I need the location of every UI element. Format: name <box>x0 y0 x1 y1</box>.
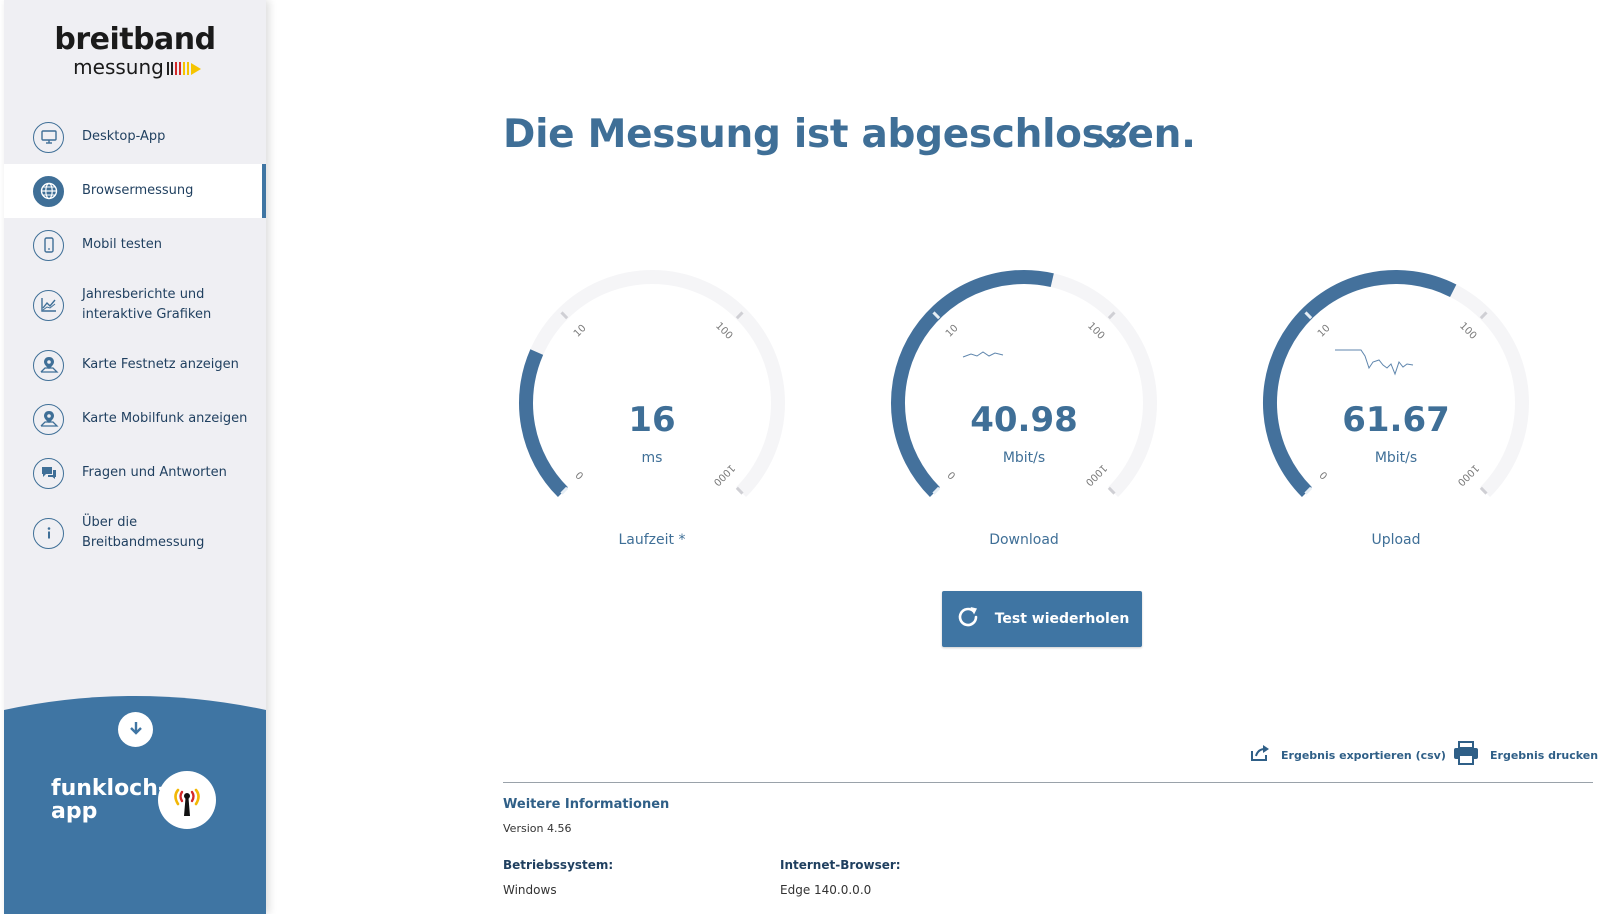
os-value: Windows <box>503 883 557 897</box>
chat-icon <box>33 457 64 489</box>
gauge-unit: ms <box>641 450 663 466</box>
checkmark-icon <box>1097 120 1131 156</box>
sidebar-item-desktop-app[interactable]: Desktop-App <box>4 110 266 164</box>
sidebar-item-label: Mobil testen <box>82 237 162 252</box>
browser-label: Internet-Browser: <box>780 858 901 872</box>
gauge-label: Laufzeit * <box>618 532 686 548</box>
funkloch-promo[interactable]: funkloch- app <box>4 660 266 914</box>
sidebar-item-label: Browsermessung <box>82 183 194 198</box>
app-root: breitband messung Desktop-App Browsermes… <box>0 0 1619 914</box>
sidebar-item-karte-mobilfunk[interactable]: Karte Mobilfunk anzeigen <box>4 392 266 446</box>
os-label: Betriebssystem: <box>503 858 614 872</box>
tick-label-100: 100 <box>713 321 734 342</box>
page-title: Die Messung ist abgeschlossen. <box>503 112 1196 157</box>
sidebar-item-label: Desktop-App <box>82 129 166 144</box>
sidebar: breitband messung Desktop-App Browsermes… <box>4 0 266 914</box>
gauge-value: 40.98 <box>970 400 1078 440</box>
download-sparkline <box>962 351 1004 358</box>
funkloch-antenna-icon <box>158 771 216 829</box>
sidebar-nav: Desktop-App Browsermessung Mobil testen … <box>4 110 266 566</box>
sidebar-item-label: Karte Festnetz anzeigen <box>82 357 239 372</box>
gauge-upload: 0 10 100 1000 61.67 Mbit/s Upload <box>1251 270 1541 560</box>
gauge-unit: Mbit/s <box>1374 450 1418 466</box>
logo-wordmark-top: breitband <box>54 22 216 57</box>
test-wiederholen-label: Test wiederholen <box>994 611 1130 627</box>
section-divider <box>503 782 1593 783</box>
sidebar-item-jahresberichte[interactable]: Jahresberichte und interaktive Grafiken <box>4 272 266 338</box>
print-result-label: Ergebnis drucken <box>1490 748 1599 762</box>
gauge-label: Upload <box>1371 532 1421 548</box>
test-wiederholen-button[interactable]: Test wiederholen <box>942 591 1142 647</box>
logo-wordmark-bottom: messung <box>8 56 266 78</box>
info-icon <box>33 517 64 549</box>
tick-label-100: 100 <box>1085 321 1106 342</box>
sidebar-item-label: Fragen und Antworten <box>82 465 227 480</box>
gauge-unit: Mbit/s <box>1002 450 1046 466</box>
chart-icon <box>33 289 64 321</box>
tick-label-100: 100 <box>1457 321 1478 342</box>
mobile-icon <box>33 229 64 261</box>
tick-label-0: 0 <box>574 469 586 481</box>
tick-label-10: 10 <box>944 323 961 340</box>
info-section-title: Weitere Informationen <box>503 797 670 812</box>
sidebar-item-ueber[interactable]: Über die Breitbandmessung <box>4 500 266 566</box>
logo-flag-bars-icon <box>166 62 201 75</box>
sidebar-item-browsermessung[interactable]: Browsermessung <box>4 164 266 218</box>
tick-label-0: 0 <box>1318 469 1330 481</box>
upload-sparkline <box>1335 349 1414 376</box>
gauge-label: Download <box>989 532 1059 548</box>
printer-icon <box>1452 740 1480 770</box>
browser-value: Edge 140.0.0.0 <box>780 883 872 897</box>
export-csv-label: Ergebnis exportieren (csv) <box>1281 748 1446 762</box>
main-content: Die Messung ist abgeschlossen. 0 10 100 … <box>266 0 1619 914</box>
refresh-icon <box>955 604 981 634</box>
share-export-icon <box>1249 743 1271 767</box>
sidebar-item-label: Karte Mobilfunk anzeigen <box>82 411 248 426</box>
gauge-value: 61.67 <box>1342 400 1450 440</box>
sidebar-item-fragen-antworten[interactable]: Fragen und Antworten <box>4 446 266 500</box>
gauge-laufzeit: 0 10 100 1000 16 ms Laufzeit * <box>507 270 797 560</box>
scroll-down-button[interactable] <box>118 712 153 747</box>
gauge-download: 0 10 100 1000 40.98 Mbit/s Download <box>879 270 1169 560</box>
tick-label-0: 0 <box>946 469 958 481</box>
tick-label-10: 10 <box>572 323 589 340</box>
gauge-value: 16 <box>628 400 676 440</box>
print-result-button[interactable]: Ergebnis drucken <box>1452 740 1598 770</box>
sidebar-item-label: Jahresberichte und interaktive Grafiken <box>82 287 212 322</box>
map-pin-icon <box>33 349 64 381</box>
funkloch-app-text: funkloch- app <box>51 776 168 824</box>
tick-label-10: 10 <box>1316 323 1333 340</box>
app-version: Version 4.56 <box>503 822 572 835</box>
breitbandmessung-logo[interactable]: breitband messung <box>4 22 266 79</box>
globe-icon <box>33 175 64 207</box>
export-csv-button[interactable]: Ergebnis exportieren (csv) <box>1249 740 1446 770</box>
arrow-down-icon <box>128 720 144 740</box>
sidebar-item-label: Über die Breitbandmessung <box>82 515 205 550</box>
logo-wordmark-bottom-text: messung <box>73 55 164 79</box>
sidebar-item-mobil-testen[interactable]: Mobil testen <box>4 218 266 272</box>
sidebar-item-karte-festnetz[interactable]: Karte Festnetz anzeigen <box>4 338 266 392</box>
map-pin-icon <box>33 403 64 435</box>
monitor-icon <box>33 121 64 153</box>
